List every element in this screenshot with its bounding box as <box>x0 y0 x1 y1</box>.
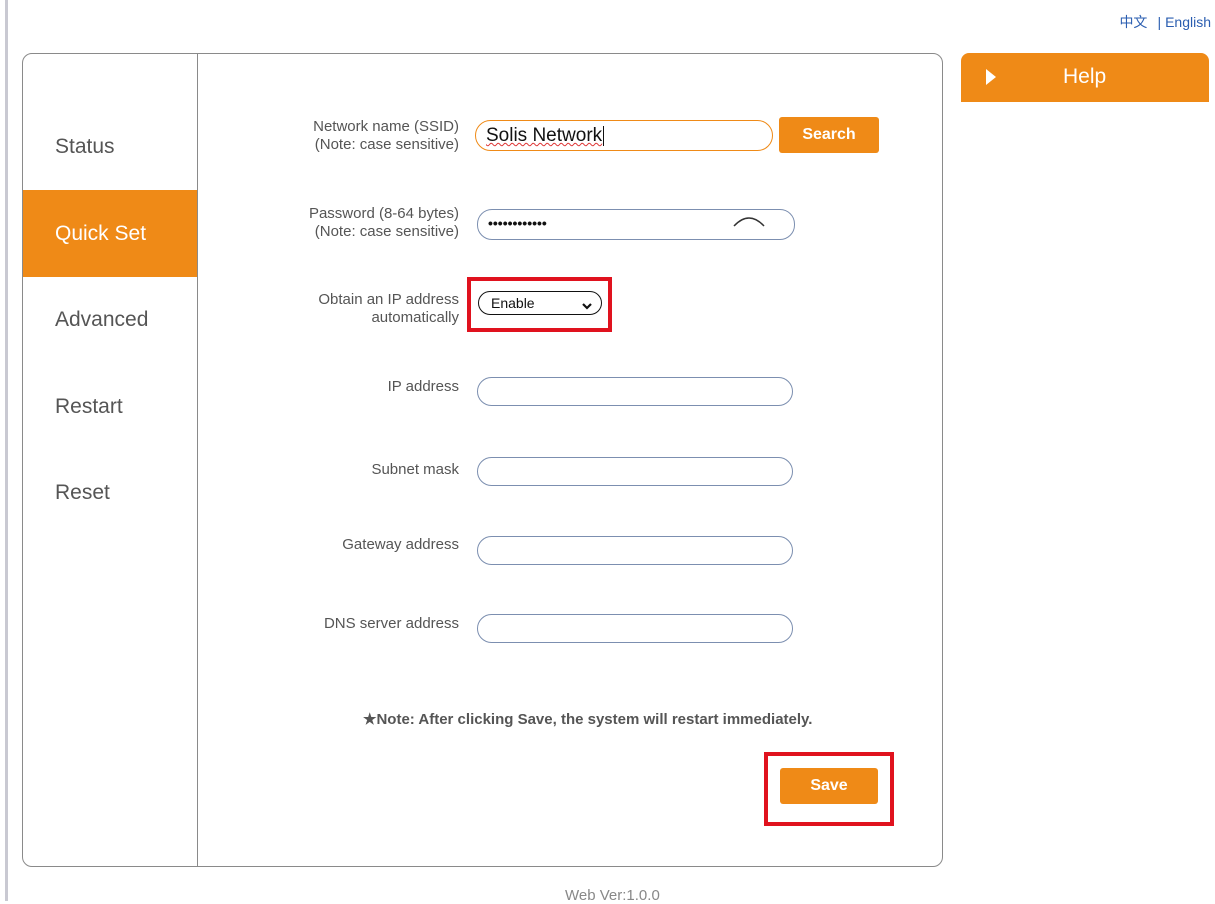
show-password-icon[interactable] <box>732 214 766 233</box>
subnet-mask-input[interactable] <box>477 457 793 486</box>
ssid-label-line1: Network name (SSID) <box>313 118 459 135</box>
save-note: ★Note: After clicking Save, the system w… <box>363 711 813 728</box>
password-label-line1: Password (8-64 bytes) <box>308 205 459 222</box>
left-border <box>5 0 8 901</box>
dns-server-label: DNS server address <box>323 615 459 632</box>
language-english-link[interactable]: English <box>1165 14 1211 30</box>
play-arrow-icon <box>985 68 997 91</box>
dhcp-label: Obtain an IP address automatically <box>318 291 459 327</box>
dhcp-label-line1: Obtain an IP address <box>318 291 459 308</box>
ssid-value: Solis Network <box>486 125 603 146</box>
subnet-mask-label: Subnet mask <box>371 461 459 478</box>
dhcp-label-line2: automatically <box>371 309 459 326</box>
sidebar-item-quick-set[interactable]: Quick Set <box>23 190 197 277</box>
text-caret <box>603 125 605 146</box>
sidebar-item-restart[interactable]: Restart <box>23 363 197 450</box>
gateway-address-input[interactable] <box>477 536 793 565</box>
sidebar: Status Quick Set Advanced Restart Reset <box>23 54 198 866</box>
help-label: Help <box>1063 65 1107 88</box>
main-panel: Status Quick Set Advanced Restart Reset … <box>22 53 943 867</box>
language-chinese-link[interactable]: 中文 <box>1119 14 1147 30</box>
password-input[interactable]: •••••••••••• <box>477 209 795 240</box>
sidebar-item-reset[interactable]: Reset <box>23 449 197 536</box>
ip-address-label: IP address <box>387 378 459 395</box>
ssid-label-line2: (Note: case sensitive) <box>314 136 459 153</box>
highlight-box-dhcp <box>467 277 612 332</box>
language-switcher: 中文 | English <box>1119 12 1211 32</box>
search-button[interactable]: Search <box>779 117 879 153</box>
web-version: Web Ver:1.0.0 <box>565 887 660 904</box>
password-value: •••••••••••• <box>488 215 547 231</box>
gateway-address-label: Gateway address <box>342 536 459 553</box>
ssid-input[interactable]: Solis Network <box>475 120 773 151</box>
sidebar-item-status[interactable]: Status <box>23 103 197 190</box>
ip-address-input[interactable] <box>477 377 793 406</box>
ssid-label: Network name (SSID) (Note: case sensitiv… <box>313 118 459 154</box>
help-panel-header[interactable]: Help <box>961 53 1209 102</box>
password-label: Password (8-64 bytes) (Note: case sensit… <box>309 205 459 241</box>
language-separator: | <box>1157 14 1162 30</box>
highlight-box-save <box>764 752 894 826</box>
sidebar-item-advanced[interactable]: Advanced <box>23 276 197 363</box>
dns-server-input[interactable] <box>477 614 793 643</box>
password-label-line2: (Note: case sensitive) <box>314 223 459 240</box>
